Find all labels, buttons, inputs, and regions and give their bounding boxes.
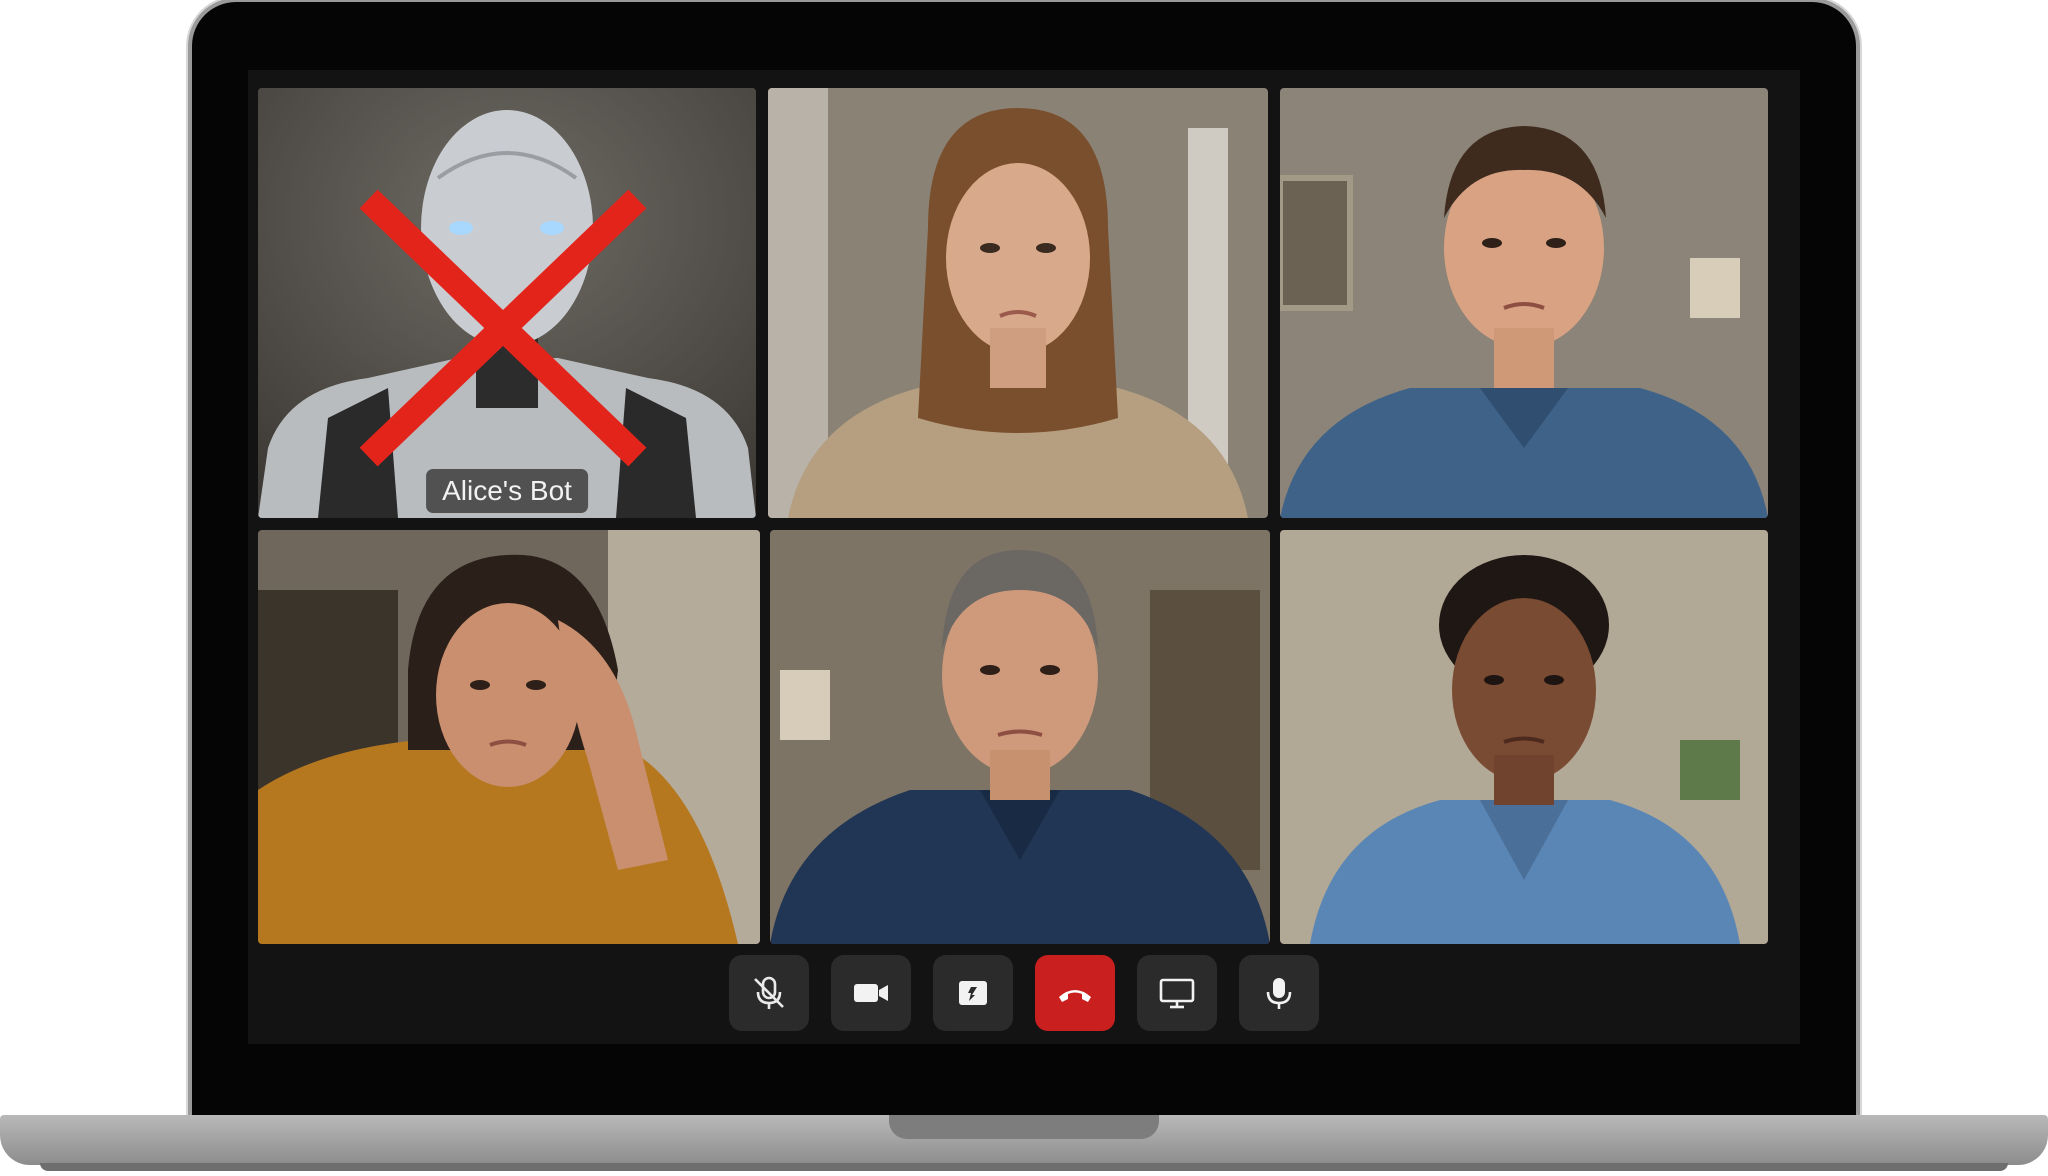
participant-tile[interactable] [258, 530, 760, 944]
participant-video-feed [768, 88, 1268, 518]
reactions-icon [959, 981, 987, 1005]
microphone-icon [1266, 978, 1292, 1009]
camera-button[interactable] [831, 955, 911, 1031]
video-call-screen: Alice's Bot [248, 70, 1800, 1044]
mic-muted-icon [754, 976, 784, 1009]
participant-video-feed [258, 530, 760, 944]
participant-tile-bot[interactable]: Alice's Bot [258, 88, 756, 518]
call-control-bar [248, 942, 1800, 1044]
camera-icon [854, 984, 888, 1002]
screen-share-button[interactable] [1137, 955, 1217, 1031]
participant-tile[interactable] [1280, 530, 1768, 944]
participant-name-tag: Alice's Bot [426, 469, 588, 513]
participant-video-feed [770, 530, 1270, 944]
screen-share-icon [1159, 978, 1195, 1009]
mute-button[interactable] [729, 955, 809, 1031]
bot-video-feed [258, 88, 756, 518]
hang-up-button[interactable] [1035, 955, 1115, 1031]
reactions-button[interactable] [933, 955, 1013, 1031]
hang-up-icon [1059, 990, 1091, 1002]
participant-tile[interactable] [770, 530, 1270, 944]
participant-tile[interactable] [768, 88, 1268, 518]
microphone-button[interactable] [1239, 955, 1319, 1031]
laptop-foot [40, 1163, 2008, 1171]
participant-video-feed [1280, 530, 1768, 944]
laptop-trackpad-notch [889, 1115, 1159, 1139]
participant-video-feed [1280, 88, 1768, 518]
participant-tile[interactable] [1280, 88, 1768, 518]
